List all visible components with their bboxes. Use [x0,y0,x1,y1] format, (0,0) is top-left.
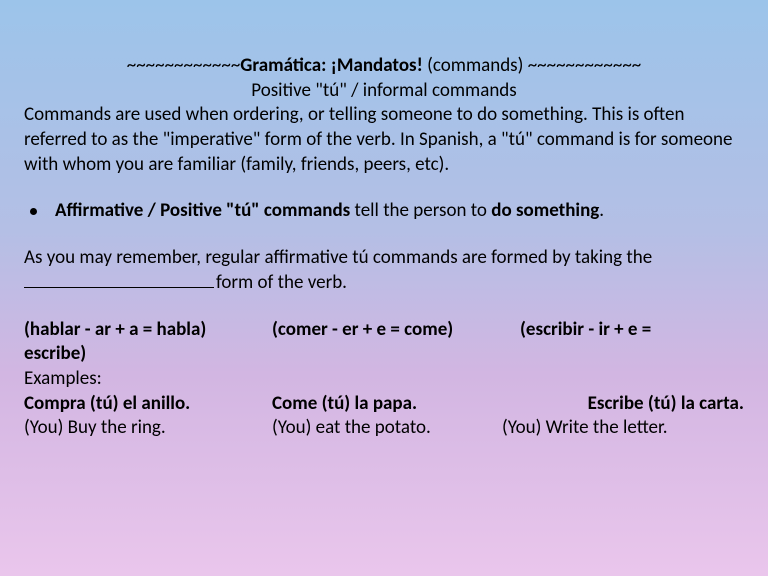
example-translations-row: (You) Buy the ring. (You) eat the potato… [24,416,744,441]
bullet-item: Affirmative / Positive "tú" commands tel… [24,199,744,224]
conjugation-row: (hablar - ar + a = habla) (comer - er + … [24,318,744,343]
title-deco-left: ~~~~~~~~~~~~ [127,54,241,77]
bullet-text: Affirmative / Positive "tú" commands tel… [55,199,604,224]
slide: ~~~~~~~~~~~~Gramática: ¡Mandatos! (comma… [0,0,768,576]
conj-comer: (comer - er + e = come) [272,318,520,343]
conj-escribir-part2: escribe) [24,342,744,367]
intro-paragraph: Commands are used when ordering, or tell… [24,103,744,177]
formation-lead: As you may remember, regular affirmative… [24,246,652,269]
conj-escribir-part1: (escribir - ir + e = [520,318,744,343]
title-line: ~~~~~~~~~~~~Gramática: ¡Mandatos! (comma… [24,54,744,79]
example-2-translation: (You) eat the potato. [272,416,502,441]
formation-tail: form of the verb. [216,271,347,294]
example-1-cmd: Compra (tú) el anillo. [24,392,272,417]
example-commands-row: Compra (tú) el anillo. Come (tú) la papa… [24,392,744,417]
fill-in-blank [24,287,214,288]
formation-paragraph: As you may remember, regular affirmative… [24,246,744,295]
page-title: Gramática: ¡Mandatos! [240,54,423,77]
bullet-bold-1: Affirmative / Positive "tú" commands [55,199,350,222]
bullet-icon [30,208,37,215]
title-deco-right: ~~~~~~~~~~~~ [528,54,642,77]
title-plain: (commands) [423,54,528,77]
bullet-bold-2: do something [491,199,599,222]
example-3-cmd: Escribe (tú) la carta. [502,392,744,417]
bullet-end: . [599,199,604,222]
bullet-mid: tell the person to [350,199,491,222]
example-3-translation: (You) Write the letter. [502,416,744,441]
example-2-cmd: Come (tú) la papa. [272,392,502,417]
examples-label: Examples: [24,367,744,392]
example-1-translation: (You) Buy the ring. [24,416,272,441]
conj-hablar: (hablar - ar + a = habla) [24,318,272,343]
subtitle: Positive "tú" / informal commands [24,79,744,104]
